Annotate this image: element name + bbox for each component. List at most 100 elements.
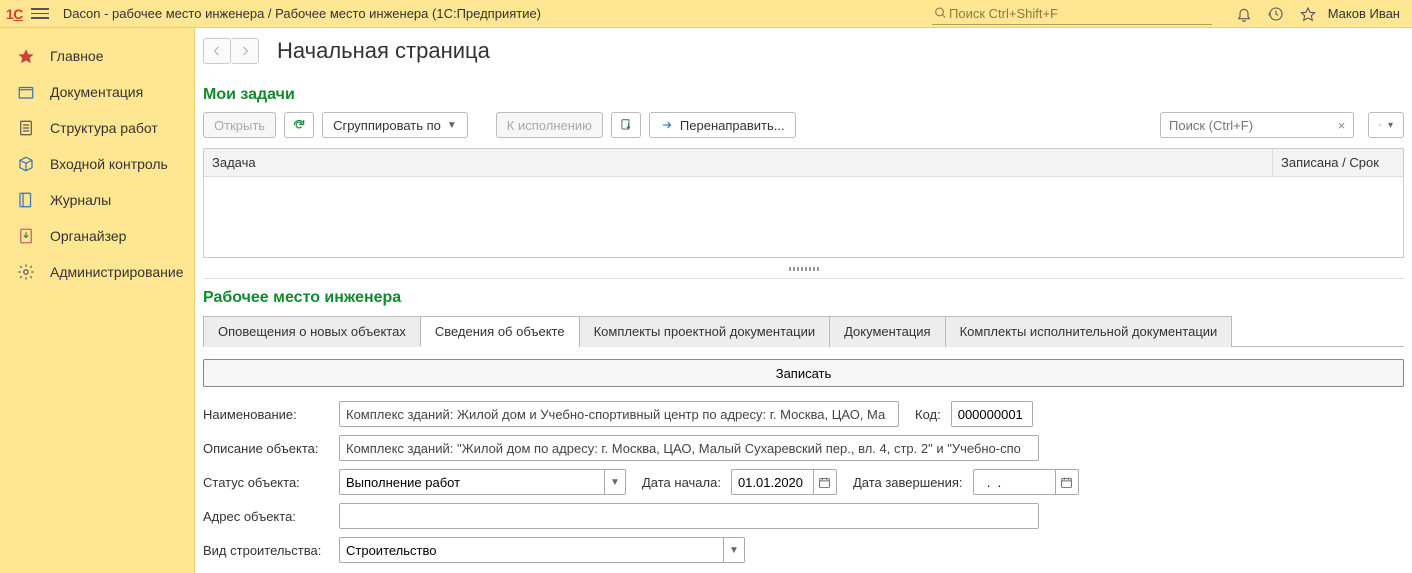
gear-icon [16,262,36,282]
logo-1c: 1C [6,6,23,22]
sidebar-item-admin[interactable]: Администрирование [0,254,194,290]
nav-forward-button[interactable] [231,38,259,64]
tab-project-docs[interactable]: Комплекты проектной документации [579,316,831,347]
tab-documentation[interactable]: Документация [829,316,946,347]
sidebar-item-journals[interactable]: Журналы [0,182,194,218]
search-icon [1379,118,1382,132]
splitter-handle[interactable] [203,266,1404,272]
input-address[interactable] [339,503,1039,529]
download-icon [16,226,36,246]
open-button[interactable]: Открыть [203,112,276,138]
chevron-down-icon[interactable]: ▼ [604,469,626,495]
input-status[interactable] [339,469,604,495]
label-date-start: Дата начала: [642,475,721,490]
row-desc: Описание объекта: [203,435,1404,461]
tasks-search-input[interactable] [1160,112,1330,138]
chevron-down-icon: ▼ [447,120,457,131]
sidebar-item-docs[interactable]: Документация [0,74,194,110]
date-end[interactable] [973,469,1079,495]
list-icon [16,118,36,138]
due-button[interactable]: К исполнению [496,112,603,138]
clear-search-button[interactable]: × [1330,112,1354,138]
input-build-type[interactable] [339,537,723,563]
input-date-end[interactable] [973,469,1055,495]
group-by-button[interactable]: Сгруппировать по ▼ [322,112,468,138]
input-name[interactable] [339,401,899,427]
star-icon[interactable] [1298,4,1318,24]
sidebar-item-label: Журналы [50,192,111,208]
group-by-label: Сгруппировать по [333,118,441,133]
tasks-table[interactable]: Задача Записана / Срок [203,148,1404,258]
forward-button[interactable]: Перенаправить... [649,112,796,138]
app-title: Dacon - рабочее место инженера / Рабочее… [63,6,541,21]
row-build-type: Вид строительства: ▼ [203,537,1404,563]
save-button[interactable]: Записать [203,359,1404,387]
tab-object-info[interactable]: Сведения об объекте [420,316,580,347]
input-code[interactable] [951,401,1033,427]
user-name[interactable]: Маков Иван [1328,6,1400,21]
sidebar-item-home[interactable]: Главное [0,38,194,74]
history-icon[interactable] [1266,4,1286,24]
sidebar-item-label: Главное [50,48,104,64]
workplace-tabs: Оповещения о новых объектах Сведения об … [203,315,1404,347]
page-header: Начальная страница [203,38,1404,64]
sidebar-item-label: Документация [50,84,143,100]
sidebar-item-label: Структура работ [50,120,158,136]
divider [203,278,1404,279]
calendar-icon[interactable] [1055,469,1079,495]
sidebar-item-structure[interactable]: Структура работ [0,110,194,146]
col-recorded-due[interactable]: Записана / Срок [1273,149,1403,176]
label-address: Адрес объекта: [203,509,333,524]
nav-back-button[interactable] [203,38,231,64]
tasks-table-head: Задача Записана / Срок [204,149,1403,177]
folder-icon [16,82,36,102]
star-icon [16,46,36,66]
bell-icon[interactable] [1234,4,1254,24]
label-desc: Описание объекта: [203,441,333,456]
advanced-search-button[interactable]: ▾ [1368,112,1404,138]
label-build-type: Вид строительства: [203,543,333,558]
tasks-section-title: Мои задачи [203,86,1404,104]
forward-arrow-icon [660,118,674,132]
sidebar-item-label: Администрирование [50,264,184,280]
hamburger-icon[interactable] [31,5,49,23]
take-task-button[interactable] [611,112,641,138]
tasks-table-body [204,177,1403,257]
global-search-input[interactable] [947,5,1210,22]
label-code: Код: [915,407,941,422]
global-search[interactable] [932,3,1212,25]
sidebar-item-label: Входной контроль [50,156,168,172]
titlebar: 1C Dacon - рабочее место инженера / Рабо… [0,0,1412,28]
select-status[interactable]: ▼ [339,469,626,495]
tab-notifications[interactable]: Оповещения о новых объектах [203,316,421,347]
tab-exec-docs[interactable]: Комплекты исполнительной документации [945,316,1233,347]
page-title: Начальная страница [277,38,490,64]
label-date-end: Дата завершения: [853,475,963,490]
input-desc[interactable] [339,435,1039,461]
refresh-button[interactable] [284,112,314,138]
book-icon [16,190,36,210]
clipboard-arrow-icon [619,118,633,132]
select-build-type[interactable]: ▼ [339,537,745,563]
sidebar: Главное Документация Структура работ Вхо… [0,28,195,573]
sidebar-item-incoming[interactable]: Входной контроль [0,146,194,182]
main-content: Начальная страница Мои задачи Открыть Сг… [195,28,1412,573]
tasks-toolbar: Открыть Сгруппировать по ▼ К исполнению … [203,112,1404,138]
label-status: Статус объекта: [203,475,333,490]
chevron-down-icon[interactable]: ▼ [723,537,745,563]
calendar-icon[interactable] [813,469,837,495]
row-address: Адрес объекта: [203,503,1404,529]
col-task[interactable]: Задача [204,149,1273,176]
date-start[interactable] [731,469,837,495]
search-icon [934,6,947,20]
label-name: Наименование: [203,407,333,422]
input-date-start[interactable] [731,469,813,495]
row-name: Наименование: Код: [203,401,1404,427]
forward-label: Перенаправить... [680,118,785,133]
sidebar-item-organizer[interactable]: Органайзер [0,218,194,254]
row-status: Статус объекта: ▼ Дата начала: Дата заве… [203,469,1404,495]
box-icon [16,154,36,174]
tasks-search: × [1160,112,1354,138]
sidebar-item-label: Органайзер [50,228,126,244]
chevron-down-icon: ▾ [1388,120,1393,131]
